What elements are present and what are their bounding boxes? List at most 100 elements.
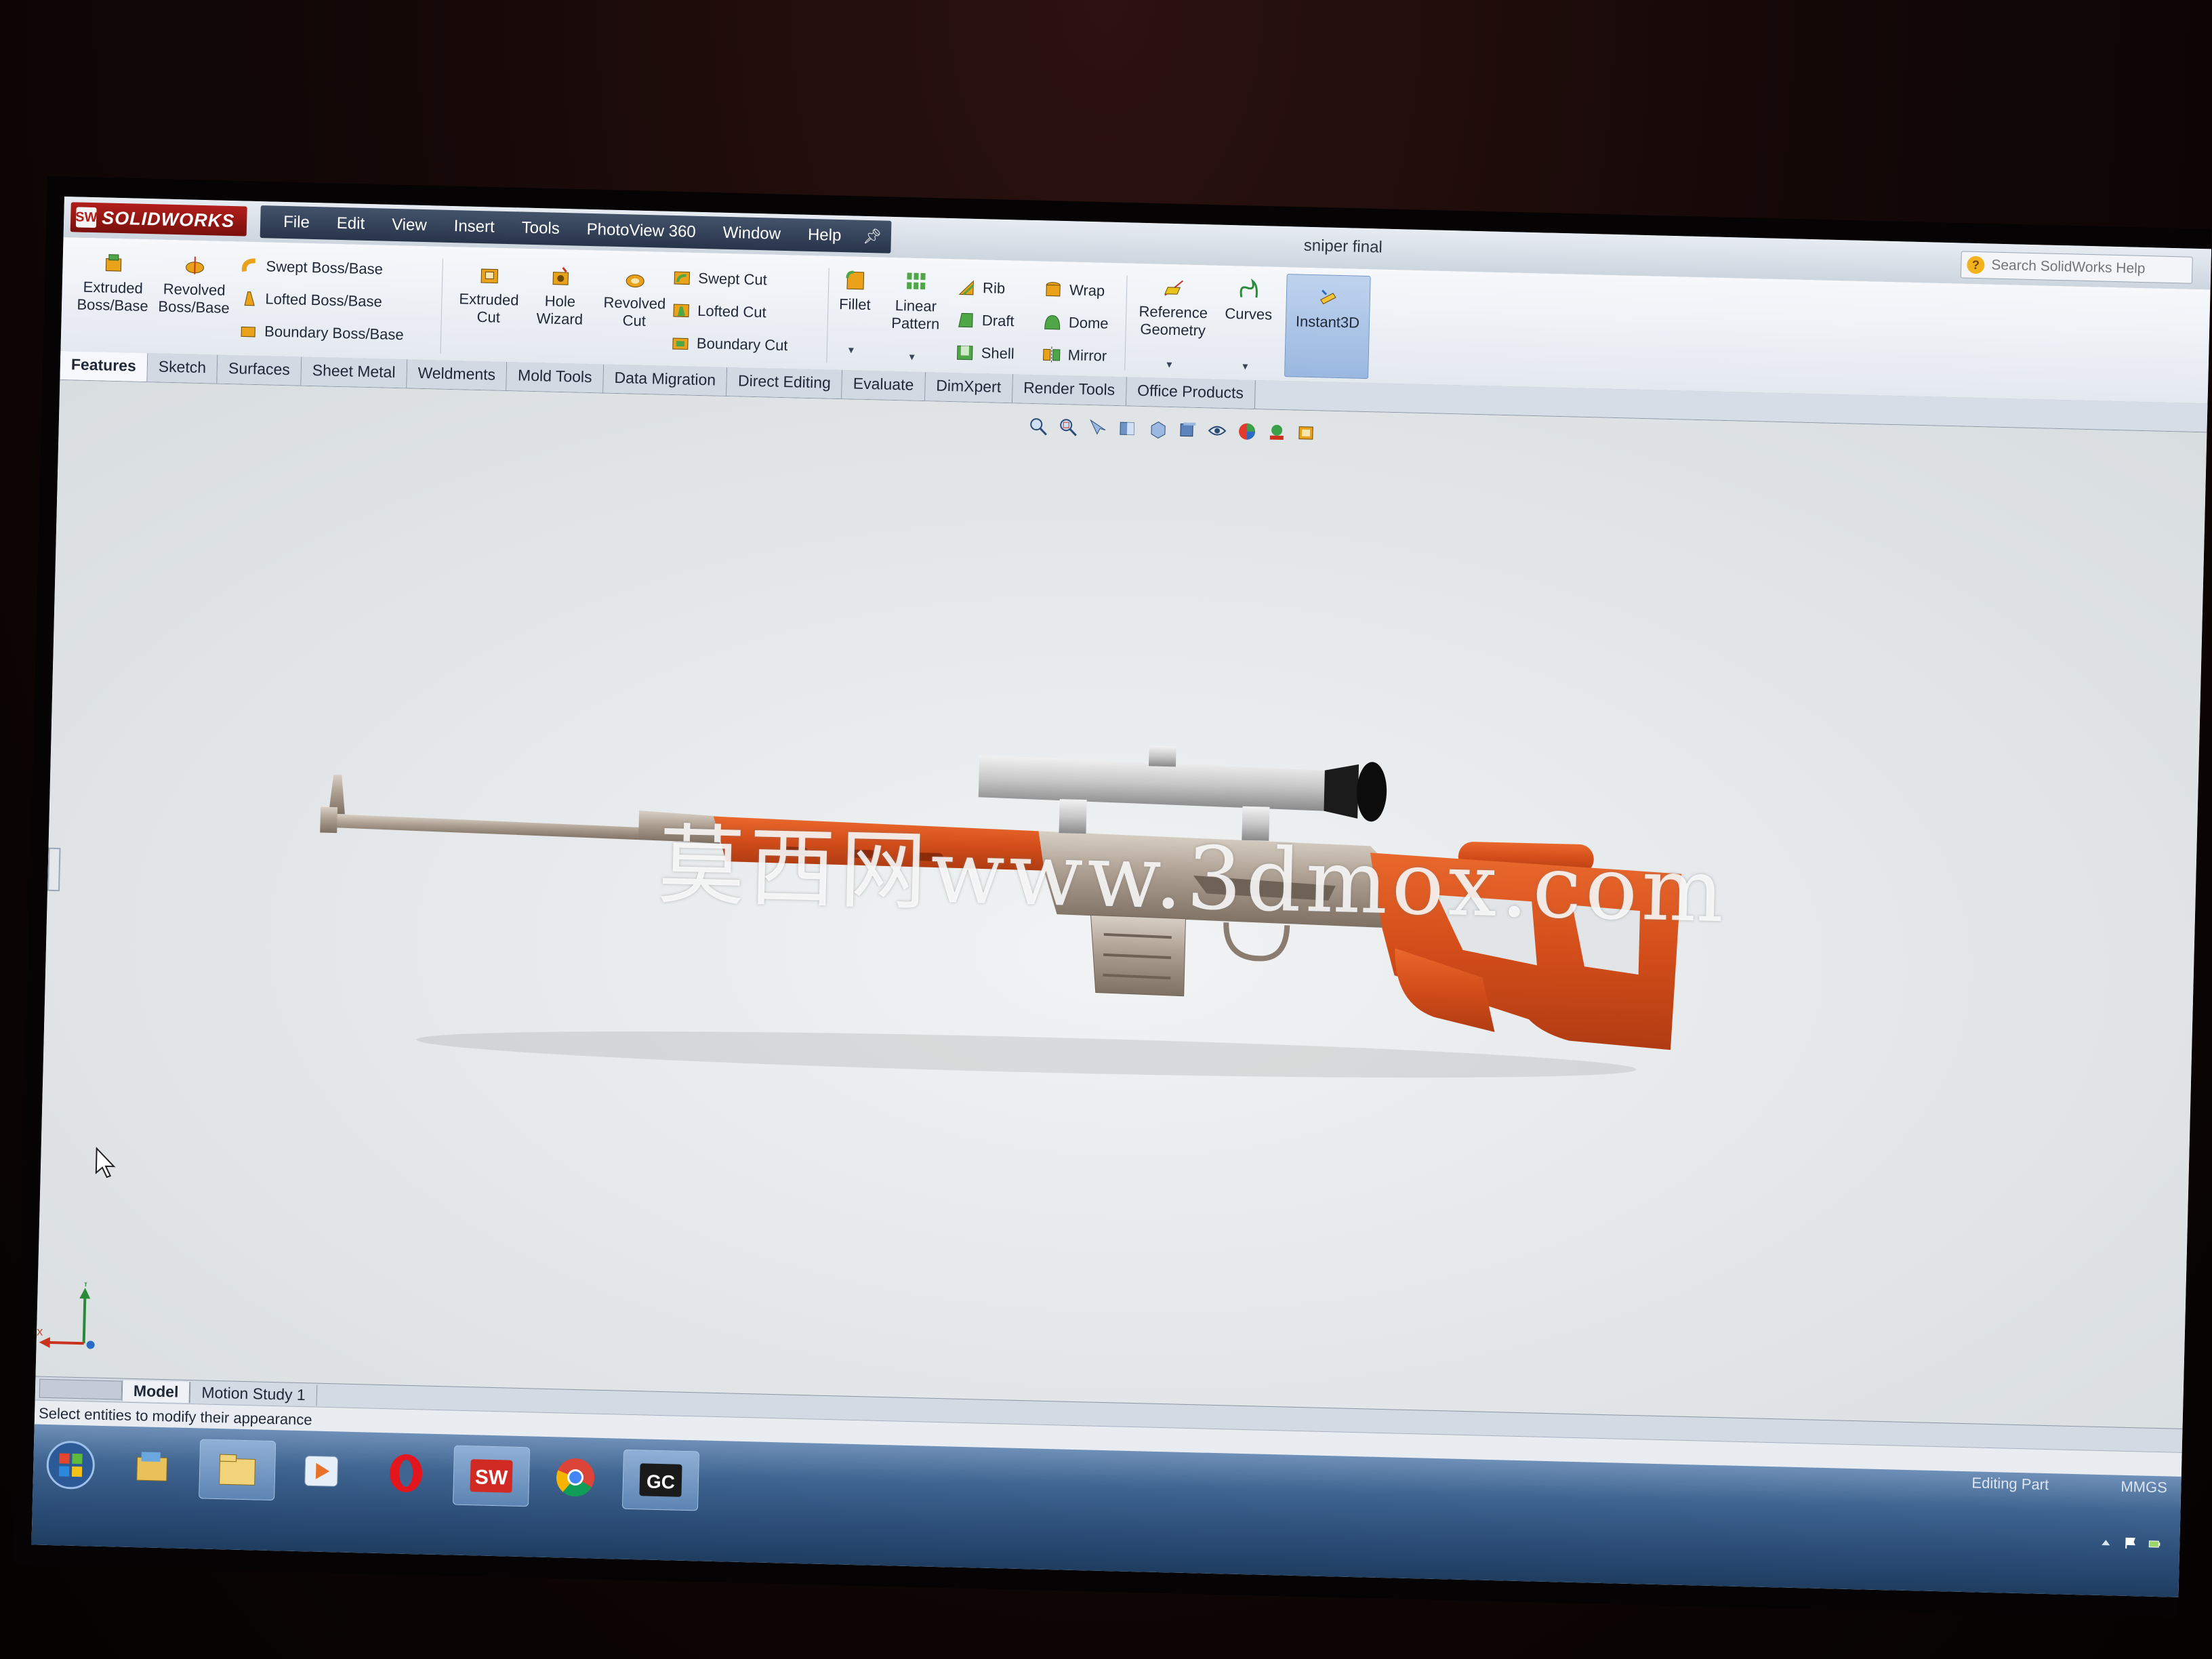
reference-geometry-dropdown-icon[interactable]: ▾ — [1166, 358, 1172, 371]
tab-model[interactable]: Model — [121, 1380, 190, 1403]
power-icon[interactable] — [2148, 1537, 2161, 1551]
fillet-button[interactable]: Fillet — [834, 268, 876, 314]
revolved-boss-button[interactable]: Revolved Boss/Base — [157, 253, 232, 317]
tab-sketch[interactable]: Sketch — [147, 353, 218, 384]
zoom-to-fit-icon[interactable] — [1028, 416, 1049, 437]
tab-direct-editing[interactable]: Direct Editing — [726, 367, 843, 399]
muzzle — [320, 806, 338, 834]
extruded-cut-button[interactable]: Extruded Cut — [448, 263, 531, 327]
menu-photoview[interactable]: PhotoView 360 — [573, 220, 710, 242]
rib-button[interactable]: Rib — [957, 278, 1006, 298]
search-box[interactable]: ? — [1960, 251, 2193, 284]
solidworks-logo-icon: SW — [75, 207, 98, 228]
boundary-cut-button[interactable]: Boundary Cut — [671, 333, 788, 355]
tab-office-products[interactable]: Office Products — [1126, 377, 1256, 409]
dome-button[interactable]: Dome — [1043, 312, 1109, 333]
fillet-icon — [846, 270, 865, 290]
lofted-cut-button[interactable]: Lofted Cut — [672, 301, 766, 322]
action-center-flag-icon[interactable] — [2123, 1536, 2137, 1550]
taskbar-media-player[interactable] — [283, 1441, 359, 1501]
graphics-area[interactable]: 莫西网www.3dmox.com Y X — [35, 380, 2207, 1429]
solidworks-logo[interactable]: SW SOLIDWORKS — [70, 202, 247, 237]
taskbar-solidworks[interactable]: SW — [453, 1445, 531, 1507]
revolved-cut-label: Revolved Cut — [603, 293, 666, 330]
ribbon-separator — [1124, 275, 1128, 371]
rib-label: Rib — [982, 279, 1006, 297]
wrap-button[interactable]: Wrap — [1044, 280, 1105, 300]
tab-scroll-arrows[interactable] — [39, 1378, 123, 1400]
tab-surfaces[interactable]: Surfaces — [217, 354, 302, 386]
revolved-boss-icon — [186, 256, 204, 274]
feature-manager-toggle[interactable] — [47, 847, 61, 892]
tab-data-migration[interactable]: Data Migration — [603, 364, 728, 396]
extruded-boss-button[interactable]: Extruded Boss/Base — [75, 251, 151, 315]
hide-show-items-icon[interactable] — [1207, 420, 1228, 441]
dome-icon — [1044, 315, 1061, 330]
view-orientation-icon[interactable] — [1147, 419, 1168, 440]
search-input[interactable] — [1990, 256, 2190, 279]
start-button[interactable] — [33, 1435, 108, 1495]
swept-boss-button[interactable]: Swept Boss/Base — [240, 256, 383, 279]
lofted-boss-button[interactable]: Lofted Boss/Base — [239, 289, 382, 311]
curves-button[interactable]: Curves — [1218, 278, 1280, 324]
display-style-icon[interactable] — [1177, 419, 1198, 441]
curves-label: Curves — [1225, 304, 1273, 323]
linear-pattern-button[interactable]: Linear Pattern — [881, 270, 950, 333]
edit-appearance-icon[interactable] — [1237, 421, 1258, 442]
menu-view[interactable]: View — [378, 215, 441, 235]
taskbar-chrome[interactable] — [537, 1448, 613, 1508]
swept-boss-icon — [241, 258, 255, 272]
linear-pattern-dropdown-icon[interactable]: ▾ — [909, 350, 915, 364]
menu-edit[interactable]: Edit — [323, 213, 378, 234]
mouse-pointer-icon — [95, 1147, 116, 1179]
menu-file[interactable]: File — [270, 212, 323, 232]
mirror-button[interactable]: Mirror — [1042, 345, 1107, 365]
menu-help[interactable]: Help — [794, 225, 855, 245]
curves-icon — [1240, 278, 1258, 298]
units-indicator[interactable]: MMGS — [2121, 1478, 2167, 1497]
revolved-cut-button[interactable]: Revolved Cut — [596, 266, 672, 331]
taskbar-explorer[interactable] — [114, 1437, 190, 1497]
apply-scene-icon[interactable] — [1267, 422, 1288, 443]
tab-features[interactable]: Features — [60, 350, 148, 382]
tab-mold-tools[interactable]: Mold Tools — [506, 362, 605, 393]
menu-tools[interactable]: Tools — [508, 218, 573, 239]
tab-dimxpert[interactable]: DimXpert — [924, 372, 1013, 403]
draft-label: Draft — [981, 312, 1015, 330]
hole-wizard-button[interactable]: Hole Wizard — [529, 265, 591, 329]
shell-button[interactable]: Shell — [955, 343, 1015, 363]
draft-button[interactable]: Draft — [956, 310, 1015, 331]
instant3d-icon — [1320, 289, 1336, 305]
pushpin-icon[interactable]: 📌︎ — [855, 228, 882, 246]
show-hidden-icons-icon[interactable] — [2099, 1536, 2112, 1549]
y-axis-arrow — [79, 1288, 91, 1299]
fillet-dropdown-icon[interactable]: ▾ — [848, 343, 855, 356]
taskbar-libraries[interactable] — [199, 1439, 276, 1501]
solidworks-taskbar-icon: SW — [470, 1459, 513, 1493]
section-view-icon[interactable] — [1118, 418, 1139, 439]
swept-cut-button[interactable]: Swept Cut — [672, 268, 767, 289]
curves-dropdown-icon[interactable]: ▾ — [1242, 360, 1248, 373]
previous-view-icon[interactable] — [1088, 417, 1109, 438]
swept-boss-label: Swept Boss/Base — [266, 258, 384, 278]
boundary-boss-button[interactable]: Boundary Boss/Base — [239, 321, 404, 344]
taskbar-gc[interactable]: GC — [621, 1449, 700, 1511]
tab-evaluate[interactable]: Evaluate — [842, 370, 926, 401]
fillet-label: Fillet — [838, 295, 871, 314]
menu-insert[interactable]: Insert — [440, 217, 508, 237]
tab-motion-study[interactable]: Motion Study 1 — [190, 1381, 318, 1406]
view-settings-icon[interactable] — [1296, 423, 1317, 444]
solidworks-taskbar-label: SW — [474, 1466, 508, 1489]
watermark-text: 莫西网www.3dmox.com — [657, 815, 1729, 943]
taskbar-opera[interactable] — [368, 1443, 444, 1504]
boundary-boss-label: Boundary Boss/Base — [264, 323, 404, 344]
tab-weldments[interactable]: Weldments — [406, 359, 508, 391]
z-axis — [86, 1340, 95, 1349]
reference-geometry-button[interactable]: Reference Geometry — [1132, 276, 1214, 340]
tab-render-tools[interactable]: Render Tools — [1012, 374, 1127, 406]
menu-window[interactable]: Window — [709, 223, 794, 244]
tab-sheet-metal[interactable]: Sheet Metal — [301, 356, 407, 388]
instant3d-button[interactable]: Instant3D — [1284, 274, 1371, 380]
chrome-icon — [556, 1458, 595, 1497]
zoom-to-area-icon[interactable] — [1058, 417, 1079, 438]
